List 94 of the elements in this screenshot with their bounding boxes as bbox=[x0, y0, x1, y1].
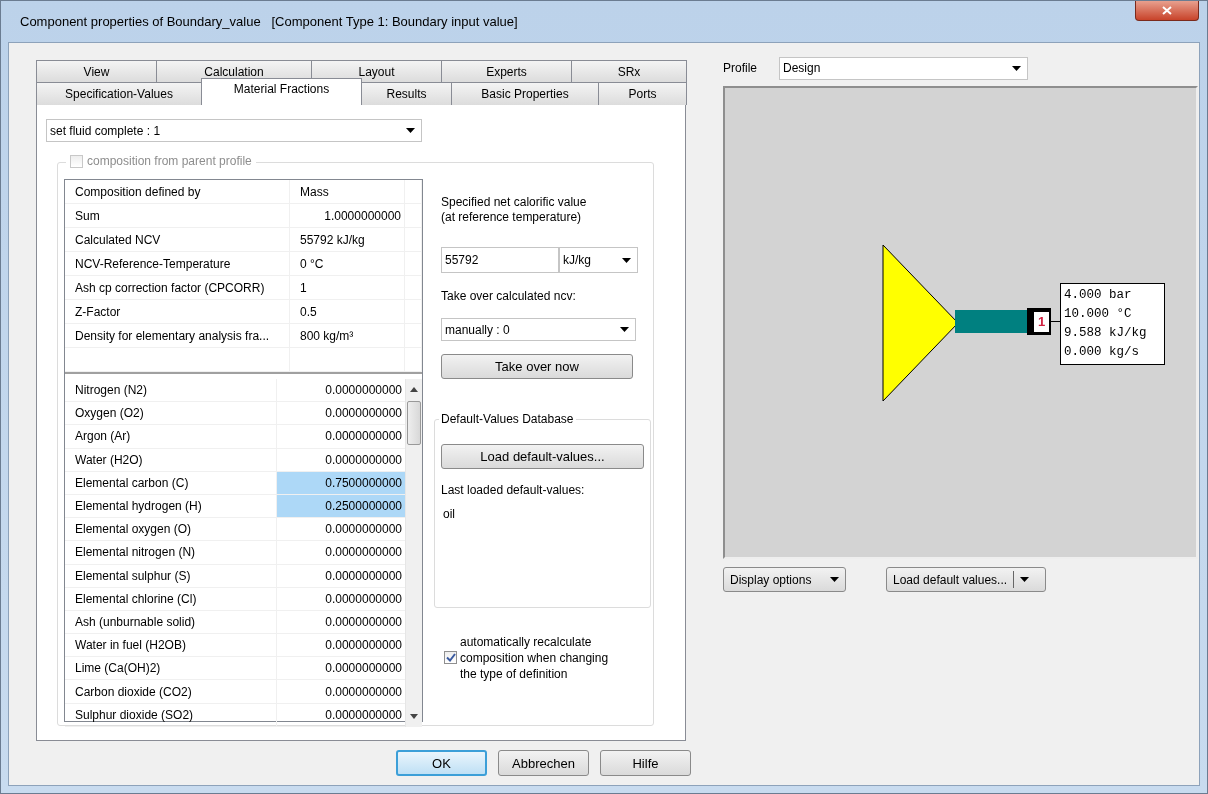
property-value: 800 kg/m³ bbox=[290, 324, 405, 347]
ncv-sublabel: (at reference temperature) bbox=[441, 210, 583, 225]
reading: 10.000 °C bbox=[1064, 306, 1133, 323]
tab[interactable]: View bbox=[36, 60, 157, 82]
property-name: Ash cp correction factor (CPCORR) bbox=[65, 276, 290, 299]
caret-icon bbox=[406, 128, 415, 133]
property-value: 1 bbox=[290, 276, 405, 299]
component-name: Elemental nitrogen (N) bbox=[65, 541, 277, 564]
component-name: Argon (Ar) bbox=[65, 425, 277, 448]
component-name: Elemental oxygen (O) bbox=[65, 518, 277, 541]
dialog-button[interactable]: Abbrechen bbox=[498, 750, 589, 776]
fraction-value[interactable]: 0.0000000000 bbox=[277, 703, 405, 726]
fraction-value[interactable]: 0.0000000000 bbox=[277, 634, 405, 657]
tab[interactable]: Specification-Values bbox=[36, 82, 202, 105]
tab[interactable]: Basic Properties bbox=[451, 82, 599, 105]
fraction-value[interactable]: 0.0000000000 bbox=[277, 402, 405, 425]
checkbox-label: automatically recalculate composition when changing the type of definition bbox=[460, 634, 610, 682]
close-icon bbox=[1162, 6, 1172, 15]
component-name: Oxygen (O2) bbox=[65, 402, 277, 425]
unit-dropdown[interactable]: kJ/kg bbox=[559, 247, 638, 273]
last-loaded-value: oil bbox=[443, 507, 456, 522]
reading: 0.000 kg/s bbox=[1064, 344, 1140, 361]
profile-dropdown[interactable]: Design bbox=[779, 56, 1028, 80]
property-value: Mass bbox=[290, 180, 405, 203]
fraction-value[interactable]: 0.0000000000 bbox=[277, 657, 405, 680]
component-name: Elemental chlorine (Cl) bbox=[65, 587, 277, 610]
caret-icon bbox=[622, 257, 631, 263]
display-options-button[interactable]: Display options bbox=[723, 567, 846, 592]
property-name: Sum bbox=[65, 204, 290, 227]
fraction-value[interactable]: 0.7500000000 bbox=[277, 471, 405, 494]
scrollbar[interactable] bbox=[405, 379, 422, 727]
caret-icon bbox=[1012, 65, 1021, 71]
dialog-button[interactable]: Hilfe bbox=[600, 750, 691, 776]
component-name: Ash (unburnable solid) bbox=[65, 610, 277, 634]
property-value: 0 °C bbox=[290, 252, 405, 275]
tab[interactable]: SRx bbox=[571, 60, 687, 82]
reading: 9.588 kJ/kg bbox=[1064, 325, 1148, 342]
fraction-value[interactable]: 0.0000000000 bbox=[277, 425, 405, 448]
fluid-dropdown[interactable]: set fluid complete : 1 bbox=[46, 119, 422, 142]
tab[interactable]: Experts bbox=[441, 60, 572, 82]
check-icon bbox=[445, 653, 456, 662]
port-connector[interactable]: 1 bbox=[1027, 308, 1051, 335]
property-name: Calculated NCV bbox=[65, 228, 290, 251]
property-value: 0.5 bbox=[290, 300, 405, 323]
fraction-value[interactable]: 0.0000000000 bbox=[277, 448, 405, 471]
caret-icon bbox=[830, 577, 839, 582]
close-button[interactable] bbox=[1135, 1, 1199, 21]
fraction-value[interactable]: 0.0000000000 bbox=[277, 610, 405, 634]
component-name: Carbon dioxide (CO2) bbox=[65, 680, 277, 703]
down-arrow-icon[interactable] bbox=[410, 713, 418, 719]
ncv-input[interactable]: 55792 bbox=[441, 247, 559, 273]
component-name: Lime (Ca(OH)2) bbox=[65, 657, 277, 680]
take-over-dropdown[interactable]: manually : 0 bbox=[441, 318, 636, 341]
property-name: Z-Factor bbox=[65, 300, 290, 323]
tab[interactable]: Material Fractions bbox=[201, 78, 362, 105]
fraction-value[interactable]: 0.0000000000 bbox=[277, 518, 405, 541]
scrollbar-thumb[interactable] bbox=[407, 401, 421, 445]
component-name: Nitrogen (N2) bbox=[65, 379, 277, 402]
component-name: Water (H2O) bbox=[65, 448, 277, 471]
take-over-label: Take over calculated ncv: bbox=[441, 289, 577, 304]
caret-icon bbox=[1020, 577, 1030, 582]
fraction-value[interactable]: 0.0000000000 bbox=[277, 379, 405, 402]
profile-label: Profile bbox=[723, 61, 757, 75]
load-defaults-button[interactable]: Load default-values... bbox=[441, 444, 644, 469]
tab[interactable]: Results bbox=[361, 82, 452, 105]
tab[interactable]: Layout bbox=[311, 60, 442, 82]
fraction-value[interactable]: 0.0000000000 bbox=[277, 541, 405, 564]
component-name: Sulphur dioxide (SO2) bbox=[65, 703, 277, 726]
dialog-button[interactable]: OK bbox=[396, 750, 487, 776]
fraction-value[interactable]: 0.0000000000 bbox=[277, 564, 405, 587]
ncv-label: Specified net calorific value bbox=[441, 195, 588, 210]
property-value: 55792 kJ/kg bbox=[290, 228, 405, 251]
last-loaded-label: Last loaded default-values: bbox=[441, 483, 586, 498]
property-name: Density for elementary analysis fra... bbox=[65, 324, 290, 347]
property-name: NCV-Reference-Temperature bbox=[65, 252, 290, 275]
load-defaults-split-button[interactable]: Load default values... bbox=[886, 567, 1046, 592]
window-title: Component properties of Boundary_value [Component Type 1: Boundary input value] bbox=[20, 14, 518, 29]
pipe[interactable] bbox=[955, 310, 1029, 333]
tab[interactable]: Ports bbox=[598, 82, 687, 105]
property-value: 1.0000000000 bbox=[290, 204, 405, 227]
port-number: 1 bbox=[1034, 311, 1049, 332]
fraction-value[interactable]: 0.0000000000 bbox=[277, 680, 405, 703]
component-name: Elemental sulphur (S) bbox=[65, 564, 277, 587]
group-title: Default-Values Database bbox=[439, 412, 576, 426]
component-name: Water in fuel (H2OB) bbox=[65, 634, 277, 657]
checkbox[interactable] bbox=[444, 651, 457, 664]
fraction-value[interactable]: 0.2500000000 bbox=[277, 494, 405, 518]
up-arrow-icon[interactable] bbox=[410, 387, 418, 392]
reading: 4.000 bar bbox=[1064, 287, 1133, 304]
caret-icon bbox=[620, 327, 629, 332]
fraction-value[interactable]: 0.0000000000 bbox=[277, 587, 405, 610]
property-name: Composition defined by bbox=[65, 180, 290, 203]
checkbox-label: composition from parent profile bbox=[87, 154, 252, 168]
take-over-button[interactable]: Take over now bbox=[441, 354, 633, 379]
